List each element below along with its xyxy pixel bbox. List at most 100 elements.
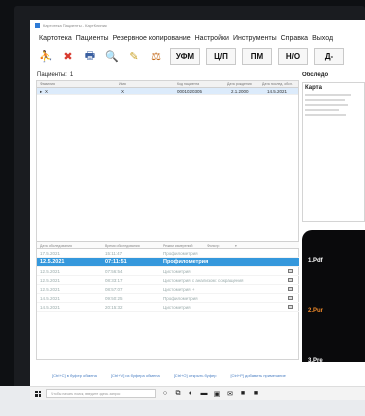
patient-code: 0001020305 <box>177 89 203 94</box>
exam-mode: Цистометрия <box>163 269 191 274</box>
exam-time: 08:33:17 <box>105 278 123 283</box>
status-open-buffer[interactable]: [Ctrl+O] открыть буфер <box>174 373 217 378</box>
status-add-note[interactable]: [Ctrl+P] добавить примечание <box>230 373 285 378</box>
exam-time: 15:11:47 <box>105 251 123 256</box>
search-taskbar-icon[interactable]: ○ <box>161 390 169 398</box>
exam-row[interactable]: 12.5.2021 08:57:07 Цистометрия + <box>37 285 299 294</box>
exam-report-icon[interactable] <box>288 278 293 282</box>
store-icon[interactable]: ▣ <box>213 390 221 398</box>
video-overlay: 1.Pdf 2.Pur 3.Pre <box>302 230 365 362</box>
card-title: Карта <box>305 85 322 91</box>
exam-row[interactable]: 14.5.2021 09:50:25 Профилометрия <box>37 294 299 303</box>
taskbar-search-input[interactable]: Чтобы начать поиск, введите здесь запрос <box>46 389 156 398</box>
menu-settings[interactable]: Настройки <box>195 35 229 42</box>
menu-bar: Картотека Пациенты Резервное копирование… <box>30 32 365 44</box>
exam-date: 14.5.2021 <box>40 296 61 301</box>
toolbar-button[interactable]: УФМ <box>170 47 200 65</box>
col-exam-time[interactable]: Время обследования <box>105 244 140 248</box>
exam-row[interactable]: 14.5.2021 20:15:32 Цистометрия <box>37 303 299 312</box>
exam-date: 12.5.2021 <box>40 287 61 292</box>
window-title: Картотека Пациенты - КартКлиник <box>43 22 107 28</box>
app-logo-icon <box>35 22 40 28</box>
video-caption: 1.Pdf <box>308 258 323 264</box>
col-exam-date[interactable]: Дата обследования <box>40 244 72 248</box>
exam-date: 14.5.2021 <box>40 305 61 310</box>
patients-grid-header: Фамилия Имя Код пациента Дата рождения Д… <box>37 81 298 88</box>
col-exam-mode[interactable]: Режим измерений <box>163 244 192 248</box>
col-last[interactable]: Дата послед. обсл. <box>262 82 293 86</box>
exam-date: 17.5.2021 <box>40 251 61 256</box>
patient-row[interactable]: ▸ X X 0001020305 2.1.2000 14.5.2021 <box>37 88 298 95</box>
menu-kartoteka[interactable]: Картотека <box>39 35 72 42</box>
patients-panel: Фамилия Имя Код пациента Дата рождения Д… <box>36 80 299 360</box>
exam-mode: Цистометрия с анализом: сокращения <box>163 278 244 283</box>
app-screen: Картотека Пациенты - КартКлиник Картотек… <box>30 20 365 400</box>
toolbar-button[interactable]: ПМ <box>242 47 272 65</box>
filter-label: Фильтр: <box>207 244 220 248</box>
card-text-line <box>305 114 347 116</box>
exam-time: 07:56:54 <box>105 269 123 274</box>
exam-preview-panel: Обследо Карта 1.Pdf 2.Pur 3.Pre <box>302 72 365 362</box>
patient-birth: 2.1.2000 <box>231 89 249 94</box>
preview-section-title: Обследо <box>302 72 329 78</box>
menu-backup[interactable]: Резервное копирование <box>113 35 191 42</box>
exam-row[interactable]: 12.5.2021 07:56:54 Цистометрия <box>37 267 299 276</box>
patients-label: Пациенты: <box>37 72 67 78</box>
exam-mode: Профилометрия <box>163 296 198 301</box>
exam-row[interactable]: 12.5.2021 07:11:51 Профилометрия <box>37 258 299 267</box>
explorer-icon[interactable]: ▬ <box>200 390 208 398</box>
patient-name: X <box>121 89 125 94</box>
col-name[interactable]: Имя <box>119 82 126 86</box>
exam-mode: Цистометрия <box>163 305 191 310</box>
windows-taskbar: Чтобы начать поиск, введите здесь запрос… <box>30 386 365 400</box>
exam-date: 12.5.2021 <box>40 269 61 274</box>
card-text-line <box>305 104 348 106</box>
exam-time: 07:11:51 <box>105 259 127 265</box>
mail-icon[interactable]: ✉ <box>226 390 234 398</box>
toolbar-button[interactable]: Ц/П <box>206 47 236 65</box>
col-code[interactable]: Код пациента <box>177 82 199 86</box>
delete-icon[interactable]: ✖ <box>60 48 76 64</box>
start-button-icon[interactable] <box>35 390 41 397</box>
print-icon[interactable]: 🖶 <box>82 48 98 64</box>
exams-table: Дата обследования Время обследования Реж… <box>37 241 299 312</box>
title-bar: Картотека Пациенты - КартКлиник <box>30 20 365 30</box>
card-text-line <box>305 99 345 101</box>
menu-help[interactable]: Справка <box>281 35 308 42</box>
exam-report-icon[interactable] <box>288 296 293 300</box>
brush-icon[interactable]: ✎ <box>126 48 142 64</box>
toolbar-button[interactable]: Н/О <box>278 47 308 65</box>
menu-tools[interactable]: Инструменты <box>233 35 277 42</box>
app-icon-1[interactable]: ■ <box>239 390 247 398</box>
scales-icon[interactable]: ⚖ <box>148 48 164 64</box>
add-patient-icon[interactable]: ⛹ <box>38 48 54 64</box>
col-surname[interactable]: Фамилия <box>40 82 55 86</box>
col-birth[interactable]: Дата рождения <box>227 82 252 86</box>
status-copy[interactable]: [Ctrl+C] в буфер обмена <box>52 373 97 378</box>
patients-number: 1 <box>69 72 74 78</box>
exam-report-icon[interactable] <box>288 287 293 291</box>
exam-report-icon[interactable] <box>288 269 293 273</box>
row-arrow-icon: ▸ <box>40 89 43 94</box>
exam-time: 09:50:25 <box>105 296 123 301</box>
card-text-line <box>305 94 351 96</box>
exam-time: 08:57:07 <box>105 287 123 292</box>
menu-exit[interactable]: Выход <box>312 35 333 42</box>
menu-patients[interactable]: Пациенты <box>76 35 109 42</box>
exam-row[interactable]: 17.5.2021 15:11:47 Профилометрия <box>37 249 299 258</box>
edge-icon[interactable]: ◐ <box>187 390 195 398</box>
search-icon[interactable]: 🔍 <box>104 48 120 64</box>
status-paste[interactable]: [Ctrl+V] из буфера обмена <box>111 373 160 378</box>
filter-dropdown-icon[interactable]: ▾ <box>235 244 237 248</box>
card-text-line <box>305 109 340 111</box>
exam-date: 12.5.2021 <box>40 259 65 265</box>
exam-mode: Профилометрия <box>163 259 209 265</box>
toolbar-button[interactable]: Д- <box>314 47 344 65</box>
exam-mode: Цистометрия + <box>163 287 195 292</box>
app-icon-2[interactable]: ■ <box>252 390 260 398</box>
exam-date: 12.5.2021 <box>40 278 61 283</box>
exam-report-icon[interactable] <box>288 305 293 309</box>
taskview-icon[interactable]: ⧉ <box>174 390 182 398</box>
exam-row[interactable]: 12.5.2021 08:33:17 Цистометрия с анализом:… <box>37 276 299 285</box>
exam-card: Карта <box>302 82 365 222</box>
